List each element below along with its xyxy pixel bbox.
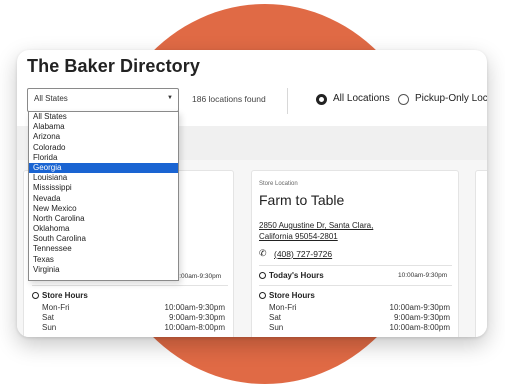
state-option[interactable]: Virginia [29, 265, 178, 275]
hours-time: 10:00am-8:00pm [164, 323, 225, 332]
todays-hours-value: 10:00am-9:30pm [172, 273, 222, 280]
divider [287, 88, 288, 114]
state-option[interactable]: Alabama [29, 122, 178, 132]
state-option-highlighted[interactable]: Georgia [29, 162, 178, 174]
state-select-value: All States [34, 94, 68, 103]
clock-icon [259, 272, 266, 279]
hours-day: Mon-Fri [269, 303, 297, 312]
page-title: The Baker Directory [27, 56, 200, 76]
store-card-2: Store Location Farm to Table 2850 August… [251, 170, 459, 337]
state-option[interactable]: Arizona [29, 132, 178, 142]
hours-time: 10:00am-8:00pm [389, 323, 450, 332]
store-card-3 [475, 170, 487, 337]
store-location-label: Store Location [259, 181, 298, 187]
state-option[interactable]: Texas [29, 255, 178, 265]
chevron-down-icon: ▼ [167, 95, 173, 101]
radio-all-locations-label[interactable]: All Locations [333, 93, 390, 104]
state-option[interactable]: North Carolina [29, 214, 178, 224]
state-option[interactable]: Louisiana [29, 173, 178, 183]
hours-day: Sat [42, 313, 55, 322]
phone-icon: ✆ [259, 248, 267, 258]
state-option[interactable]: Nevada [29, 194, 178, 204]
hours-time: 10:00am-9:30pm [389, 303, 450, 312]
divider [259, 265, 452, 266]
store-address-line1[interactable]: 2850 Augustine Dr, Santa Clara, [259, 220, 373, 231]
state-option[interactable]: Florida [29, 153, 178, 163]
state-option[interactable]: South Carolina [29, 234, 178, 244]
radio-all-locations[interactable] [316, 94, 327, 105]
state-option[interactable]: New Mexico [29, 204, 178, 214]
state-select[interactable]: All States ▼ [27, 88, 179, 112]
hours-day: Sun [269, 323, 284, 332]
locations-count: 186 locations found [192, 94, 266, 104]
state-option[interactable]: Colorado [29, 143, 178, 153]
state-option[interactable]: Mississippi [29, 183, 178, 193]
state-dropdown-list[interactable]: All States Alabama Arizona Colorado Flor… [28, 111, 179, 281]
clock-icon [259, 292, 266, 299]
todays-hours-label: Today's Hours [269, 271, 324, 280]
divider [32, 285, 228, 286]
hours-day: Sun [42, 323, 57, 332]
hours-day: Sat [269, 313, 282, 322]
state-option[interactable]: Oklahoma [29, 224, 178, 234]
store-hours-label: Store Hours [269, 291, 315, 300]
store-address-line2[interactable]: California 95054-2801 [259, 231, 338, 242]
store-hours-label: Store Hours [42, 291, 88, 300]
hours-time: 9:00am-9:30pm [393, 313, 450, 322]
divider [259, 285, 452, 286]
clock-icon [32, 292, 39, 299]
store-phone[interactable]: (408) 727-9726 [274, 249, 332, 259]
hours-time: 9:00am-9:30pm [168, 313, 225, 322]
store-name: Farm to Table [259, 192, 345, 208]
radio-pickup-only[interactable] [398, 94, 409, 105]
todays-hours-value: 10:00am-9:30pm [398, 272, 448, 279]
hours-day: Mon-Fri [42, 303, 70, 312]
state-option[interactable]: Tennessee [29, 244, 178, 254]
state-option[interactable]: All States [29, 112, 178, 122]
radio-pickup-only-label[interactable]: Pickup-Only Loca [415, 93, 487, 104]
hours-time: 10:00am-9:30pm [164, 303, 225, 312]
